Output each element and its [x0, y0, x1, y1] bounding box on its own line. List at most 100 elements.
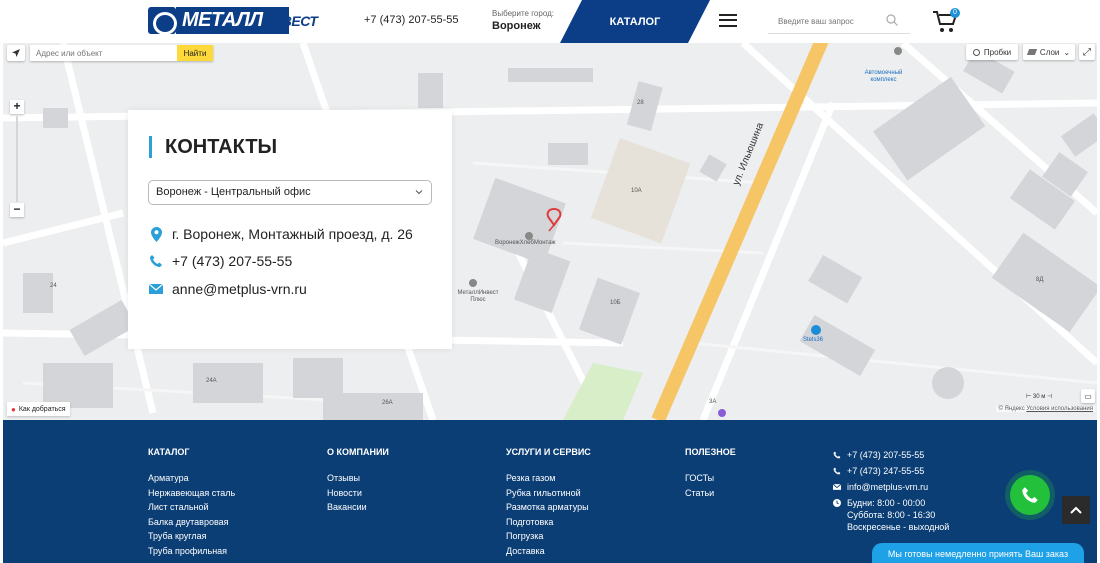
contact-address: г. Воронеж, Монтажный проезд, д. 26 [148, 226, 413, 242]
map-label-stels: Stels36 [803, 337, 824, 343]
map-address-search: Найти [30, 45, 213, 61]
chevron-up-icon [1070, 506, 1082, 514]
route-label: Как добраться [18, 405, 66, 413]
map-label-10a: 10А [631, 188, 642, 194]
footer-link[interactable]: Доставка [506, 544, 591, 559]
phone-icon [1022, 487, 1038, 503]
footer-link[interactable]: Вакансии [327, 500, 389, 515]
footer-link[interactable]: Нержавеющая сталь [148, 486, 235, 501]
map-label-metplus: МеталлИнвест Плюс [457, 290, 499, 303]
catalog-button[interactable]: КАТАЛОГ [560, 0, 710, 43]
traffic-button[interactable]: Пробки [966, 44, 1018, 60]
fullscreen-button[interactable]: ⤢ [1079, 44, 1095, 60]
footer-phone-1[interactable]: +7 (473) 207-55-55 [833, 447, 949, 463]
callback-button[interactable] [1010, 475, 1050, 515]
chat-widget-tab[interactable]: Мы готовы немедленно принять Ваш заказ [872, 543, 1084, 563]
footer-useful: ПОЛЕЗНОЕ ГОСТы Статьи [685, 447, 736, 500]
footer-company: О КОМПАНИИ Отзывы Новости Вакансии [327, 447, 389, 515]
route-pin-icon: ● [11, 404, 16, 414]
mail-icon [833, 479, 847, 495]
scroll-top-button[interactable] [1062, 496, 1090, 524]
phone-icon [833, 463, 847, 479]
footer-link[interactable]: Труба профильная [148, 544, 235, 559]
city-selector[interactable]: Воронеж [492, 20, 541, 32]
footer-link[interactable]: Подготовка [506, 515, 591, 530]
footer-link[interactable]: ГОСТы [685, 471, 736, 486]
footer-link[interactable]: Погрузка [506, 529, 591, 544]
chevron-down-icon [415, 190, 423, 195]
footer-catalog-title: КАТАЛОГ [148, 447, 190, 457]
location-arrow-icon [12, 49, 20, 57]
footer-link[interactable]: Труба круглая [148, 529, 235, 544]
footer-company-title: О КОМПАНИИ [327, 447, 389, 457]
search-input[interactable] [768, 17, 878, 26]
site-header: МЕТАЛЛИНВЕСТ +7 (473) 207-55-55 Выберите… [0, 0, 1100, 43]
contact-phone-text: +7 (473) 207-55-55 [172, 253, 293, 269]
geolocation-button[interactable] [7, 45, 25, 61]
contact-address-text: г. Воронеж, Монтажный проезд, д. 26 [172, 226, 413, 242]
logo[interactable]: МЕТАЛЛИНВЕСТ [148, 7, 358, 35]
footer-link[interactable]: Размотка арматуры [506, 500, 591, 515]
footer-link[interactable]: Новости [327, 486, 389, 501]
map-pin-icon [148, 226, 164, 242]
footer-link[interactable]: Лист стальной [148, 500, 235, 515]
map-address-input[interactable] [30, 45, 177, 61]
map-label-28: 28 [637, 100, 644, 106]
clock-icon [833, 497, 847, 509]
footer-services-title: УСЛУГИ И СЕРВИС [506, 447, 591, 457]
map-label-24: 24 [50, 283, 57, 289]
site-footer: КАТАЛОГ Арматура Нержавеющая сталь Лист … [3, 420, 1097, 563]
zoom-in-button[interactable]: + [10, 100, 24, 114]
search-icon[interactable] [886, 14, 898, 26]
office-select[interactable]: Воронеж - Центральный офис [148, 180, 432, 205]
map-label-24a: 24А [206, 378, 217, 384]
ruler-button[interactable]: ▭ [1081, 389, 1095, 403]
zoom-slider[interactable] [16, 116, 18, 202]
footer-link[interactable]: Арматура [148, 471, 235, 486]
footer-useful-title: ПОЛЕЗНОЕ [685, 447, 736, 457]
contact-email[interactable]: anne@metplus-vrn.ru [148, 281, 307, 297]
terms-link[interactable]: Условия использования [1026, 406, 1093, 412]
footer-email[interactable]: info@metplus-vrn.ru [833, 479, 949, 495]
traffic-icon [972, 48, 980, 56]
contacts-card: КОНТАКТЫ Воронеж - Центральный офис г. В… [128, 110, 452, 349]
route-button[interactable]: ● Как добраться [7, 402, 70, 416]
footer-catalog: КАТАЛОГ Арматура Нержавеющая сталь Лист … [148, 447, 235, 558]
office-select-value: Воронеж - Центральный офис [156, 186, 311, 198]
map-label-10b: 10Б [610, 300, 621, 306]
contacts-title: КОНТАКТЫ [149, 136, 277, 158]
layers-button[interactable]: Слои ⌄ [1023, 44, 1075, 60]
zoom-control: + − [10, 100, 24, 218]
header-phone[interactable]: +7 (473) 207-55-55 [364, 14, 458, 26]
footer-link[interactable]: Балка двутавровая [148, 515, 235, 530]
footer-services: УСЛУГИ И СЕРВИС Резка газом Рубка гильот… [506, 447, 591, 558]
map-scale: ⊢ 30 м ⊣ [1026, 394, 1053, 400]
contact-phone[interactable]: +7 (473) 207-55-55 [148, 253, 292, 269]
footer-link[interactable]: Отзывы [327, 471, 389, 486]
cart-count-badge: 0 [950, 8, 960, 18]
layers-label: Слои [1039, 47, 1060, 57]
logo-icon [148, 7, 177, 35]
map-copyright: © Яндекс Условия использования [996, 406, 1095, 412]
ruler-icon: ▭ [1084, 391, 1092, 401]
footer-link[interactable]: Резка газом [506, 471, 591, 486]
footer-hours: Будни: 8:00 - 00:00 Суббота: 8:00 - 16:30… [833, 497, 949, 533]
mail-icon [148, 281, 164, 297]
traffic-label: Пробки [983, 47, 1012, 57]
menu-icon[interactable] [719, 14, 737, 27]
layers-icon [1026, 49, 1038, 55]
footer-link[interactable]: Статьи [685, 486, 736, 501]
map-find-button[interactable]: Найти [177, 45, 213, 61]
city-label: Выберите город: [492, 9, 554, 18]
footer-link[interactable]: Рубка гильотиной [506, 486, 591, 501]
footer-phone-2[interactable]: +7 (473) 247-55-55 [833, 463, 949, 479]
map-label-3a: 3А [709, 399, 717, 405]
search-field [768, 10, 910, 34]
map-label-8d: 8Д [1036, 277, 1044, 283]
footer-contacts: +7 (473) 207-55-55 +7 (473) 247-55-55 in… [833, 447, 949, 533]
logo-wordmark: МЕТАЛЛИНВЕСТ [176, 7, 358, 34]
page: МЕТАЛЛИНВЕСТ +7 (473) 207-55-55 Выберите… [0, 0, 1100, 563]
zoom-out-button[interactable]: − [10, 203, 24, 217]
phone-icon [148, 253, 164, 269]
chevron-down-icon: ⌄ [1063, 47, 1071, 57]
